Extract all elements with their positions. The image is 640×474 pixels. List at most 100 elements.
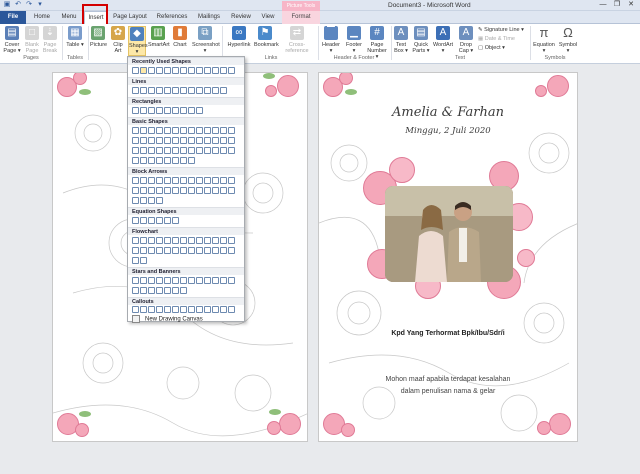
group-text: Text bbox=[454, 55, 466, 61]
tab-format[interactable]: Format bbox=[282, 11, 320, 24]
group-pages: Pages bbox=[23, 55, 39, 61]
new-drawing-canvas-item[interactable]: New Drawing Canvas bbox=[132, 315, 203, 323]
hyperlink-icon: ∞ bbox=[232, 26, 246, 40]
picture-button[interactable]: ▨ Picture bbox=[90, 26, 107, 48]
flowchart-row[interactable] bbox=[132, 257, 147, 264]
shapes-button[interactable]: ◆ Shapes ▾ bbox=[128, 26, 148, 56]
picture-icon: ▨ bbox=[91, 26, 105, 40]
separator bbox=[530, 26, 531, 60]
bookmark-button[interactable]: ⚑ Bookmark bbox=[254, 26, 279, 48]
date-time-button[interactable]: ▦ Date & Time bbox=[478, 36, 515, 42]
minimize-icon[interactable]: — bbox=[596, 0, 610, 10]
equation-button[interactable]: π Equation ▾ bbox=[532, 26, 556, 55]
group-header-footer: Header & Footer bbox=[333, 55, 375, 61]
close-icon[interactable]: ✕ bbox=[624, 0, 638, 10]
tab-home[interactable]: Home bbox=[30, 11, 54, 24]
window-title: Document3 - Microsoft Word bbox=[388, 2, 471, 9]
cross-reference-button[interactable]: ⇄ Cross-reference bbox=[278, 26, 316, 54]
ribbon-insert: ▤ Cover Page ▾ □ Blank Page ⇣ Page Break… bbox=[0, 24, 640, 64]
footer-button[interactable]: ▁ Footer ▾ bbox=[344, 26, 364, 54]
canvas-icon bbox=[132, 315, 140, 323]
bookmark-icon: ⚑ bbox=[258, 26, 272, 40]
event-date[interactable]: Minggu, 2 Juli 2020 bbox=[319, 126, 577, 136]
clip-art-icon: ✿ bbox=[111, 26, 125, 40]
section-basic-shapes: Basic Shapes bbox=[128, 117, 244, 125]
rose-corner-bottom-left bbox=[53, 391, 105, 441]
tab-review[interactable]: Review bbox=[228, 11, 254, 24]
clip-art-button[interactable]: ✿ Clip Art bbox=[110, 26, 126, 54]
basic-shapes-row[interactable] bbox=[132, 157, 195, 164]
line-shapes-row[interactable] bbox=[132, 87, 227, 94]
wordart-button[interactable]: A WordArt ▾ bbox=[432, 26, 454, 54]
smartart-button[interactable]: ▥ SmartArt bbox=[148, 26, 170, 48]
couple-names[interactable]: Amelia & Farhan bbox=[319, 105, 577, 120]
redo-icon[interactable]: ↷ bbox=[25, 1, 33, 9]
blank-page-icon: □ bbox=[25, 26, 39, 40]
basic-shapes-row[interactable] bbox=[132, 147, 235, 154]
shapes-dropdown-menu[interactable]: Recently Used Shapes Lines Rectangles Ba… bbox=[127, 56, 245, 323]
section-stars-and-banners: Stars and Banners bbox=[128, 267, 244, 275]
rectangle-shapes-row[interactable] bbox=[132, 107, 203, 114]
recent-shapes-row[interactable] bbox=[132, 67, 235, 74]
basic-shapes-row[interactable] bbox=[132, 127, 235, 134]
block-arrows-row[interactable] bbox=[132, 187, 235, 194]
save-icon[interactable]: ▣ bbox=[3, 1, 11, 9]
signature-line-button[interactable]: ✎ Signature Line ▾ bbox=[478, 27, 524, 33]
section-flowchart: Flowchart bbox=[128, 227, 244, 235]
page-break-icon: ⇣ bbox=[43, 26, 57, 40]
text-box-button[interactable]: A Text Box ▾ bbox=[392, 26, 410, 54]
separator bbox=[62, 26, 63, 60]
shapes-icon: ◆ bbox=[130, 27, 144, 41]
section-lines: Lines bbox=[128, 77, 244, 85]
page-break-button[interactable]: ⇣ Page Break bbox=[42, 26, 58, 54]
tab-view[interactable]: View bbox=[258, 11, 278, 24]
apology-note[interactable]: Mohon maaf apabila terdapat kesalahan da… bbox=[319, 374, 577, 398]
footer-icon: ▁ bbox=[347, 26, 361, 40]
guest-addressee-line[interactable]: Kpd Yang Terhormat Bpk/Ibu/Sdr/i bbox=[319, 330, 577, 337]
couple-photo-illustration bbox=[385, 186, 513, 282]
section-rectangles: Rectangles bbox=[128, 97, 244, 105]
block-arrows-row[interactable] bbox=[132, 197, 163, 204]
separator bbox=[318, 26, 319, 60]
rose-corner-top-left bbox=[53, 73, 105, 125]
flowchart-row[interactable] bbox=[132, 247, 235, 254]
wordart-icon: A bbox=[436, 26, 450, 40]
document-page-2[interactable]: Amelia & Farhan Minggu, 2 Juli 2020 Kpd … bbox=[318, 72, 578, 442]
pi-icon: π bbox=[537, 26, 551, 40]
screenshot-button[interactable]: ⧉ Screenshot ▾ bbox=[192, 26, 220, 54]
group-symbols: Symbols bbox=[544, 55, 566, 61]
apology-line-2: dalam penulisan nama & gelar bbox=[400, 388, 496, 395]
stars-banners-row[interactable] bbox=[132, 277, 235, 284]
undo-icon[interactable]: ↶ bbox=[14, 1, 22, 9]
header-button[interactable]: ▔ Header ▾ bbox=[320, 26, 342, 54]
callouts-row[interactable] bbox=[132, 306, 235, 313]
blank-page-button[interactable]: □ Blank Page bbox=[24, 26, 40, 54]
tab-menu[interactable]: Menu bbox=[58, 11, 80, 24]
block-arrows-row[interactable] bbox=[132, 177, 235, 184]
table-button[interactable]: ▦ Table ▾ bbox=[66, 26, 84, 48]
object-button[interactable]: ▢ Object ▾ bbox=[478, 45, 505, 51]
separator bbox=[222, 26, 223, 60]
basic-shapes-row[interactable] bbox=[132, 137, 235, 144]
restore-icon[interactable]: ❐ bbox=[610, 0, 624, 10]
section-recently-used-shapes: Recently Used Shapes bbox=[128, 57, 244, 65]
rose-corner-bottom-right bbox=[529, 391, 577, 441]
hyperlink-button[interactable]: ∞ Hyperlink bbox=[226, 26, 252, 48]
quick-parts-button[interactable]: ▤ Quick Parts ▾ bbox=[412, 26, 430, 54]
stars-banners-row[interactable] bbox=[132, 287, 187, 294]
drop-cap-button[interactable]: A Drop Cap ▾ bbox=[456, 26, 476, 54]
tab-file[interactable]: File bbox=[0, 11, 26, 24]
tab-page-layout[interactable]: Page Layout bbox=[112, 11, 148, 24]
customize-icon[interactable]: ▾ bbox=[36, 1, 44, 9]
flowchart-row[interactable] bbox=[132, 237, 235, 244]
symbol-button[interactable]: Ω Symbol ▾ bbox=[558, 26, 578, 55]
rose-corner-bottom-left bbox=[319, 391, 371, 441]
tab-references[interactable]: References bbox=[154, 11, 190, 24]
cover-page-button[interactable]: ▤ Cover Page ▾ bbox=[2, 26, 22, 54]
text-box-icon: A bbox=[394, 26, 408, 40]
equation-shapes-row[interactable] bbox=[132, 217, 179, 224]
tab-mailings[interactable]: Mailings bbox=[194, 11, 224, 24]
apology-line-1: Mohon maaf apabila terdapat kesalahan bbox=[385, 376, 511, 383]
couple-photo[interactable] bbox=[385, 186, 513, 282]
chart-button[interactable]: ▮ Chart bbox=[172, 26, 188, 48]
